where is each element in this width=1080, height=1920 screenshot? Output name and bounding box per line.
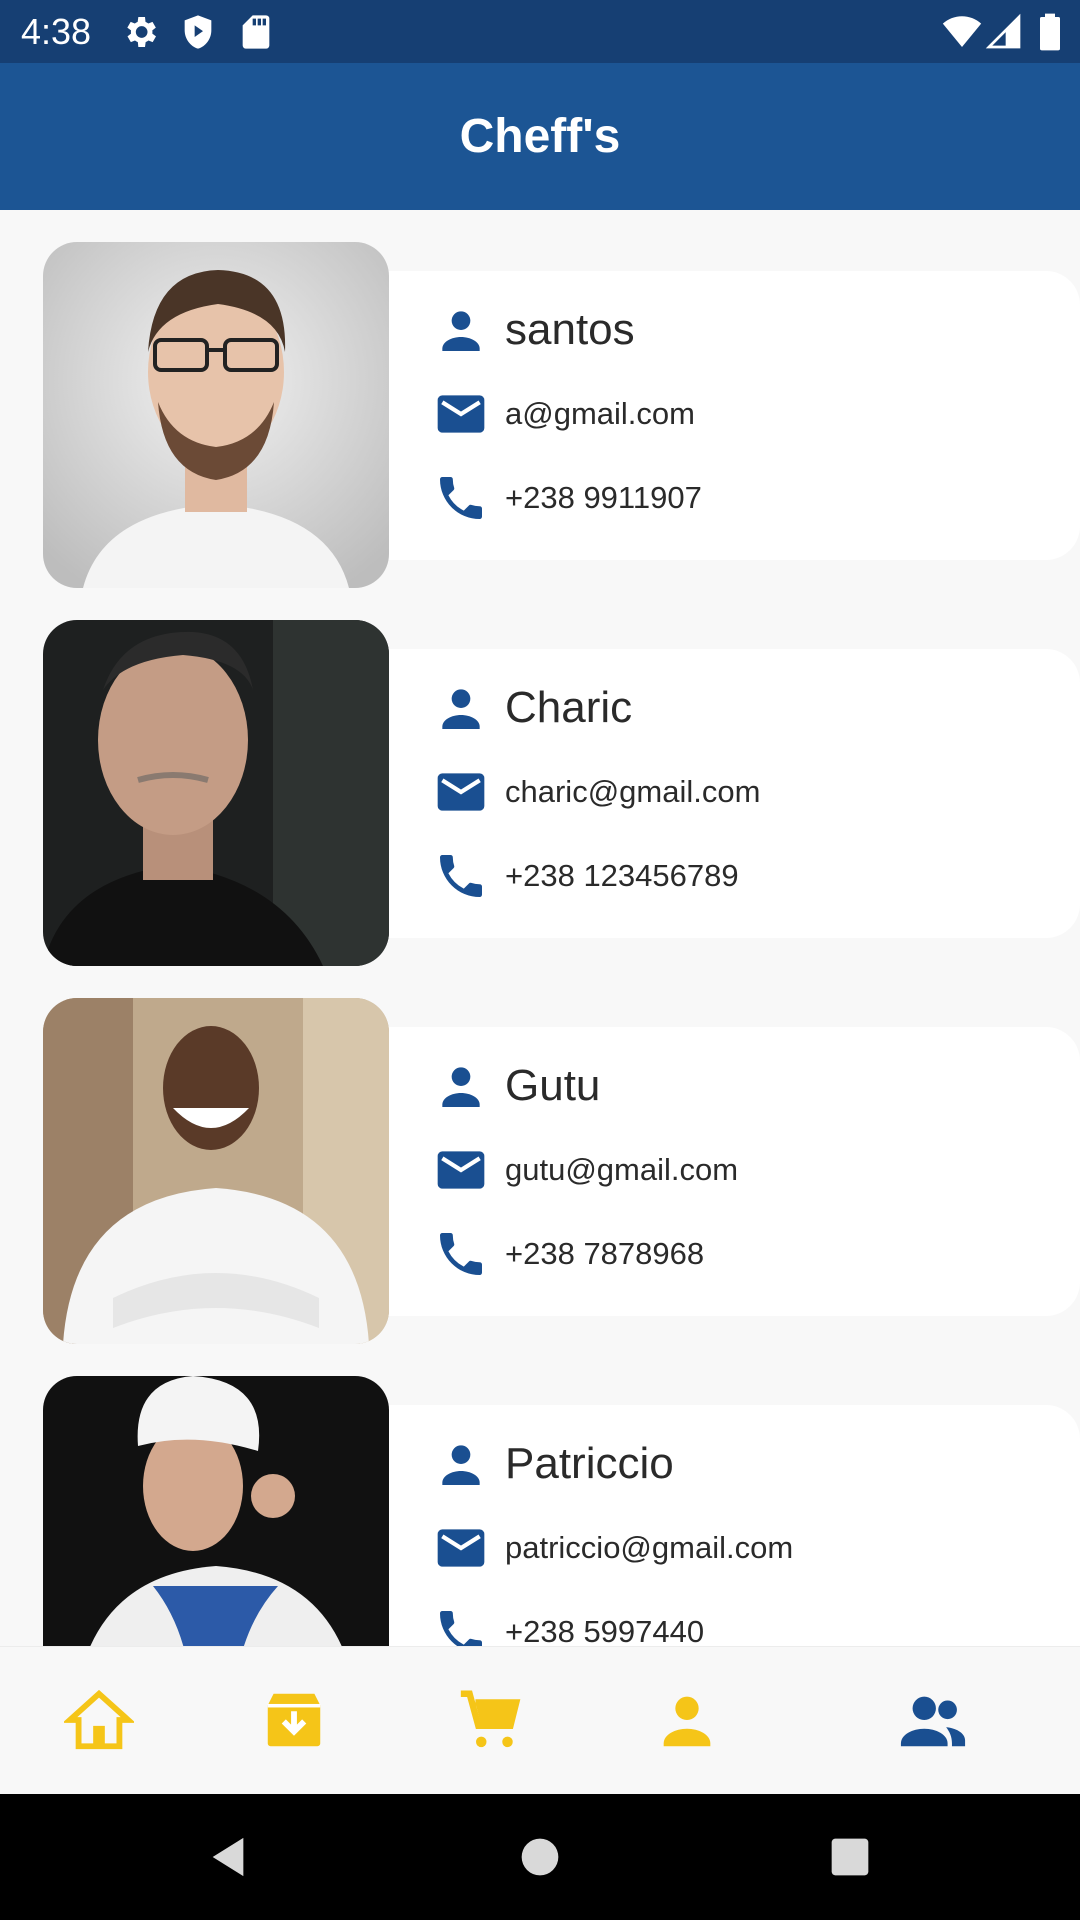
email-icon: [437, 1151, 485, 1189]
app-bar: Cheff's: [0, 63, 1080, 210]
page-title: Cheff's: [459, 110, 621, 163]
person-icon: [442, 311, 480, 351]
wifi-icon: [942, 16, 982, 47]
chef-email: charic@gmail.com: [505, 774, 761, 809]
person-icon: [442, 689, 480, 729]
status-time: 4:38: [21, 11, 92, 52]
chef-photo: [43, 242, 389, 588]
inbox-download-icon: [267, 1693, 321, 1747]
chef-phone-row: +238 9911907: [433, 470, 702, 526]
chef-name-row: Gutu: [433, 1058, 600, 1114]
email-icon: [437, 395, 485, 433]
nav-orders[interactable]: [259, 1685, 329, 1755]
status-bar: 4:38: [0, 0, 1080, 63]
phone-icon: [440, 855, 482, 897]
chef-phone-row: +238 7878968: [433, 1226, 704, 1282]
chef-phone: +238 7878968: [505, 1236, 705, 1271]
chef-name: santos: [505, 305, 635, 354]
settings-icon: [127, 17, 156, 47]
chef-card[interactable]: Charic charic@gmail.com +238 123456789: [43, 620, 1080, 966]
chef-name-row: Patriccio: [433, 1436, 674, 1492]
chef-phone: +238 5997440: [505, 1614, 705, 1646]
system-navigation-bar: [0, 1794, 1080, 1920]
back-icon[interactable]: [205, 1834, 251, 1880]
chef-photo: [43, 1376, 389, 1646]
shield-play-icon: [184, 15, 212, 49]
chef-card[interactable]: Gutu gutu@gmail.com +238 7878968: [43, 998, 1080, 1344]
chef-photo: [43, 998, 389, 1344]
nav-cart[interactable]: [455, 1685, 525, 1755]
chef-list[interactable]: santos a@gmail.com +238 9911907 Charic c…: [0, 210, 1080, 1646]
bottom-navigation: [0, 1646, 1080, 1795]
chef-name: Charic: [505, 683, 633, 732]
person-icon: [663, 1696, 711, 1747]
nav-chefs[interactable]: [898, 1685, 968, 1755]
people-icon: [900, 1696, 966, 1747]
chef-name-row: Charic: [433, 680, 632, 736]
sd-card-icon: [242, 15, 270, 49]
chef-phone: +238 9911907: [505, 480, 702, 515]
person-icon: [442, 1067, 480, 1107]
recents-icon[interactable]: [828, 1834, 872, 1880]
chef-card[interactable]: Patriccio patriccio@gmail.com +238 59974…: [43, 1376, 1080, 1646]
cart-icon: [460, 1690, 521, 1748]
email-icon: [437, 773, 485, 811]
chef-photo: [43, 620, 389, 966]
chef-email: gutu@gmail.com: [505, 1152, 739, 1187]
chef-email-row: patriccio@gmail.com: [433, 1520, 793, 1576]
chef-card[interactable]: santos a@gmail.com +238 9911907: [43, 242, 1080, 588]
chef-email-row: charic@gmail.com: [433, 764, 760, 820]
phone-icon: [440, 477, 482, 519]
person-icon: [442, 1445, 480, 1485]
chef-phone-row: +238 123456789: [433, 848, 739, 904]
home-circle-icon[interactable]: [518, 1834, 562, 1880]
phone-icon: [440, 1233, 482, 1275]
email-icon: [437, 1529, 485, 1567]
nav-home[interactable]: [62, 1685, 136, 1755]
chef-name-row: santos: [433, 302, 635, 358]
chef-name: Patriccio: [505, 1439, 674, 1488]
home-icon: [62, 1689, 136, 1750]
chef-email-row: gutu@gmail.com: [433, 1142, 738, 1198]
signal-icon: [985, 13, 1021, 49]
chef-phone: +238 123456789: [505, 858, 739, 893]
chef-name: Gutu: [505, 1061, 601, 1110]
phone-icon: [440, 1611, 482, 1646]
battery-icon: [1040, 13, 1060, 51]
chef-email: patriccio@gmail.com: [505, 1530, 794, 1565]
chef-email-row: a@gmail.com: [433, 386, 695, 442]
nav-profile[interactable]: [652, 1685, 722, 1755]
chef-phone-row: +238 5997440: [433, 1604, 704, 1646]
chef-email: a@gmail.com: [505, 396, 695, 431]
